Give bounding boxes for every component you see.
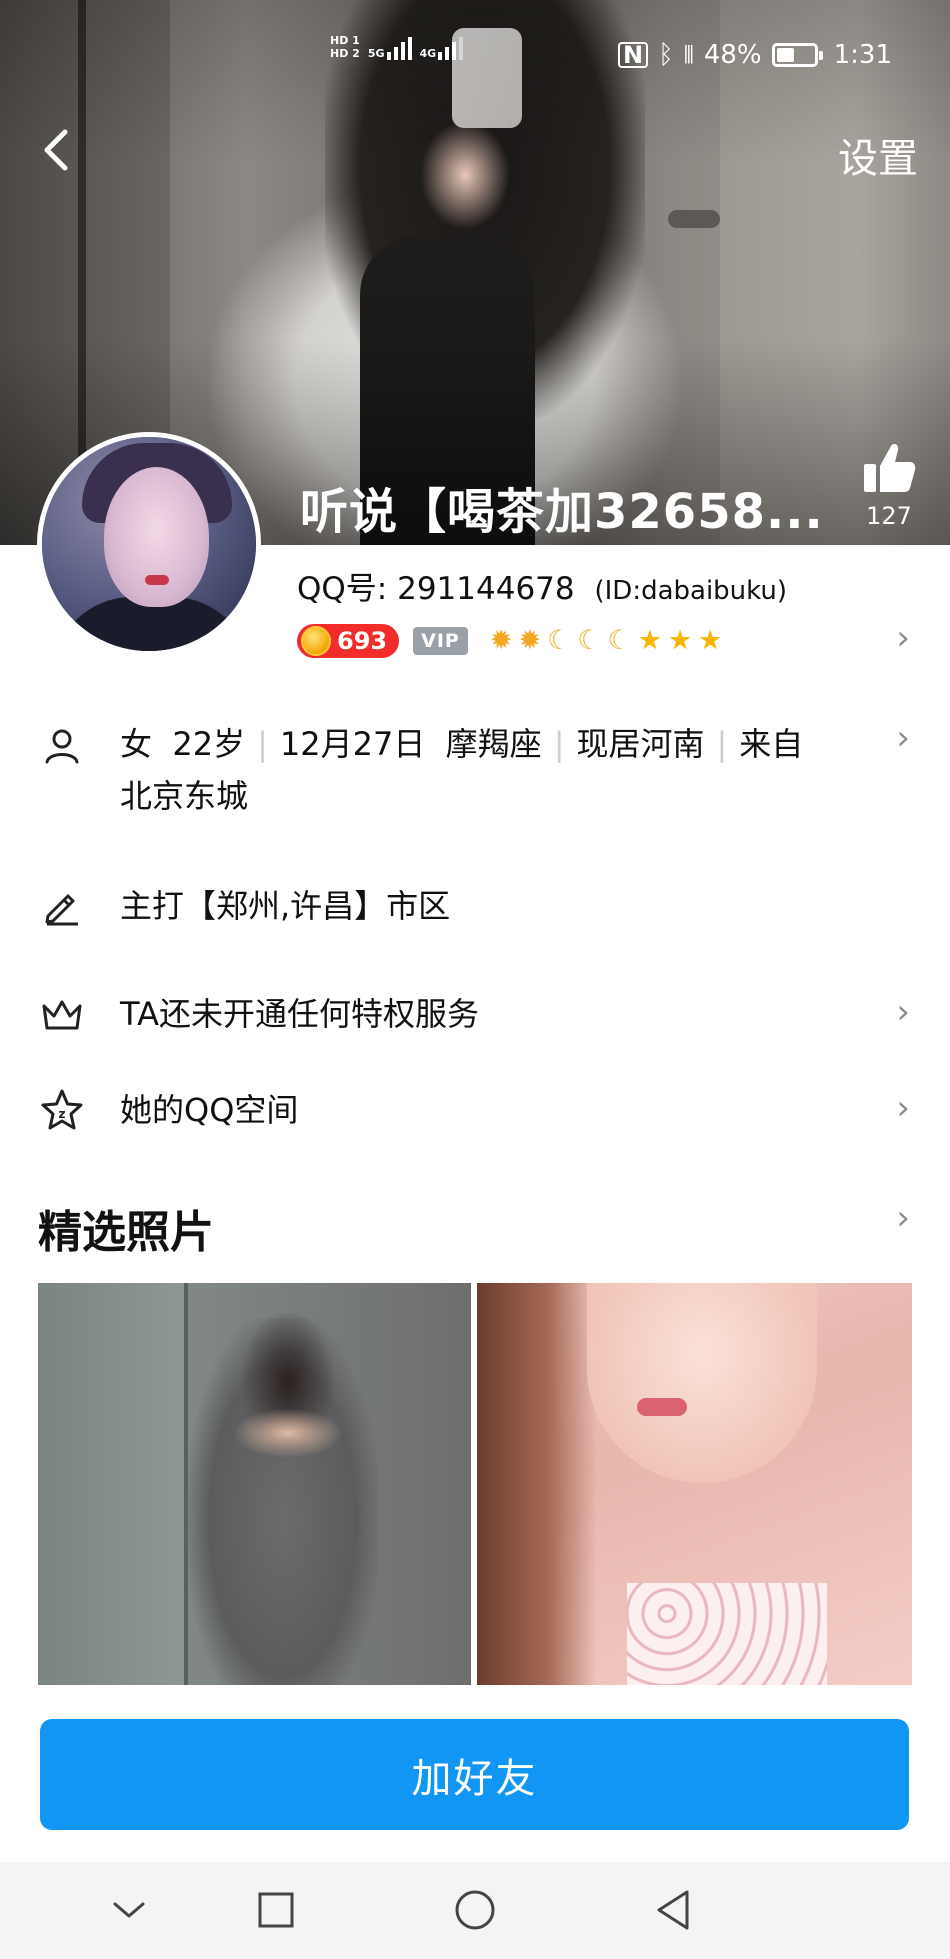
hometown-prefix: 来自 (739, 725, 804, 763)
star-icon: z (38, 1086, 86, 1134)
nav-collapse-button[interactable] (99, 1880, 159, 1940)
vibrate-icon: ⫴ (683, 41, 694, 69)
crown-icon (38, 990, 86, 1038)
nav-back-button[interactable] (643, 1880, 703, 1940)
coin-icon (301, 626, 331, 656)
signal-icon (386, 34, 412, 60)
moon-icon: ☾ (577, 625, 602, 656)
photo-thumbnail[interactable] (477, 1283, 912, 1685)
vip-badge: VIP (413, 627, 468, 655)
chevron-right-icon: › (896, 1088, 910, 1128)
sim2-label: HD 2 (330, 47, 360, 60)
photos-title: 精选照片 (38, 1207, 214, 1258)
qq-number: 291144678 (397, 571, 575, 607)
avatar[interactable] (37, 432, 261, 656)
battery-percent: 48% (703, 40, 762, 70)
battery-icon (771, 43, 823, 67)
chevron-right-icon[interactable]: › (896, 618, 910, 658)
profile-page: HD 1 HD 2 5G 4G N ᛒ ⫴ 48% 1:31 设置 听说【喝茶加… (0, 0, 950, 1959)
qq-number-line: QQ号: 291144678 (ID:dabaibuku) (297, 563, 787, 608)
settings-button[interactable]: 设置 (838, 126, 918, 184)
privilege-text: TA还未开通任何特权服务 (120, 995, 479, 1033)
network-type-5g: 5G (367, 47, 385, 60)
chevron-right-icon: › (896, 718, 910, 758)
level-icons: ✹ ✹ ☾ ☾ ☾ ★ ★ ★ (490, 626, 723, 656)
nickname: 听说【喝茶加32658... (300, 484, 824, 540)
star-icon: ★ (667, 625, 693, 656)
status-bar: HD 1 HD 2 5G 4G N ᛒ ⫴ 48% 1:31 (0, 28, 950, 84)
chevron-right-icon: › (896, 992, 910, 1032)
current-location: 现居河南 (576, 725, 705, 763)
person-icon (38, 722, 86, 770)
hometown: 北京东城 (120, 777, 249, 815)
star-icon: ★ (637, 625, 662, 656)
add-friend-button[interactable]: 加好友 (40, 1719, 909, 1830)
back-button[interactable] (30, 120, 80, 180)
sun-icon: ✹ (518, 625, 542, 656)
square-icon (258, 1892, 294, 1928)
age: 22岁 (172, 725, 246, 763)
chevron-right-icon[interactable]: › (896, 1198, 910, 1238)
signature-text: 主打【郑州,许昌】市区 (120, 887, 451, 925)
bluetooth-icon: ᛒ (658, 40, 674, 70)
triangle-back-icon (657, 1890, 689, 1930)
moon-icon: ☾ (607, 625, 632, 656)
like-count: 127 (866, 502, 912, 530)
birthday: 12月27日 (279, 725, 426, 763)
clock: 1:31 (833, 40, 892, 70)
qq-label: QQ号: (297, 571, 388, 607)
moon-icon: ☾ (547, 625, 572, 656)
svg-text:z: z (59, 1107, 66, 1121)
nfc-icon: N (618, 42, 649, 68)
star-icon: ★ (698, 625, 723, 656)
circle-icon (455, 1890, 495, 1930)
network-type-4g: 4G (419, 47, 437, 60)
signal-icon (438, 34, 464, 60)
qzone-text: 她的QQ空间 (120, 1091, 299, 1129)
level-badge: 693 (297, 624, 400, 658)
thumbs-up-icon (864, 443, 916, 492)
qq-id: (ID:dabaibuku) (594, 576, 788, 606)
sun-icon: ✹ (489, 625, 513, 656)
zodiac: 摩羯座 (445, 725, 542, 763)
like-button[interactable]: 127 (854, 440, 924, 530)
pencil-icon (38, 882, 86, 930)
nav-recents-button[interactable] (246, 1880, 306, 1940)
chevron-down-icon (113, 1902, 145, 1918)
gender: 女 (120, 725, 153, 763)
signal-indicators: HD 1 HD 2 5G 4G (330, 34, 464, 60)
nav-home-button[interactable] (445, 1880, 505, 1940)
photo-thumbnail[interactable] (38, 1283, 471, 1685)
chevron-left-icon (44, 129, 68, 171)
level-number: 693 (337, 627, 388, 655)
sim1-label: HD 1 (330, 34, 360, 47)
level-badges[interactable]: 693 VIP ✹ ✹ ☾ ☾ ☾ ★ ★ ★ (297, 624, 722, 658)
